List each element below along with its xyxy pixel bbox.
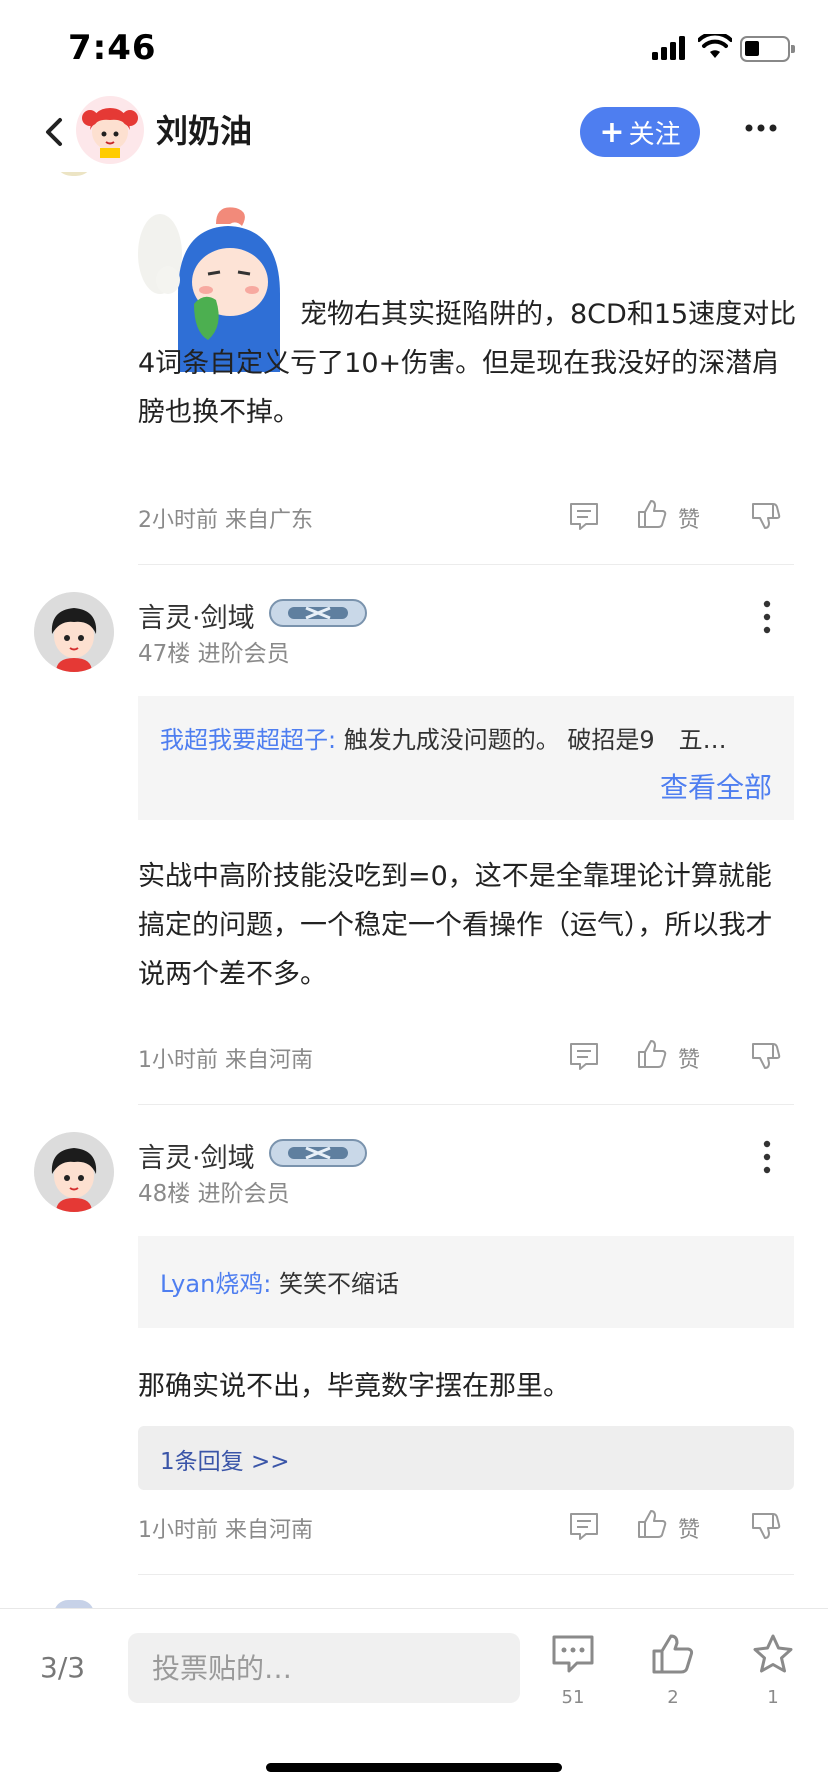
floor-meta: 1小时前 来自河南: [138, 1048, 313, 1073]
level-badge-icon: [269, 599, 367, 627]
post-text: 宠物右其实挺陷阱的，8CD和15速度对比4词条自定义亏了10+伤害。但是现在我没…: [138, 299, 797, 428]
divider: [138, 1574, 794, 1575]
floor-meta-row: 1小时前 来自河南 赞: [138, 1036, 794, 1076]
thumbs-up-icon[interactable]: [636, 1038, 668, 1070]
comment-icon[interactable]: [568, 1040, 600, 1072]
post-meta: 2小时前 来自广东: [138, 508, 313, 533]
floor-username[interactable]: 言灵·剑域: [138, 1136, 255, 1175]
cellular-signal-icon: [652, 36, 685, 60]
star-count: 1: [767, 1687, 779, 1708]
status-time: 7:46: [68, 28, 157, 68]
quote-line: Lyan烧鸡: 笑笑不缩话: [160, 1264, 399, 1299]
comment-input[interactable]: [128, 1633, 520, 1703]
post-body-text: 宠物右其实挺陷阱的，8CD和15速度对比4词条自定义亏了10+伤害。但是现在我没…: [138, 290, 798, 437]
divider: [138, 1104, 794, 1105]
follow-label: 关注: [628, 119, 681, 150]
floor-text: 实战中高阶技能没吃到=0，这不是全靠理论计算就能搞定的问题，一个稳定一个看操作（…: [138, 861, 773, 990]
divider: [138, 564, 794, 565]
floor-meta: 1小时前 来自河南: [138, 1518, 313, 1543]
boy-avatar-icon: [34, 1132, 114, 1212]
thumbs-up-icon[interactable]: [636, 498, 668, 530]
home-indicator[interactable]: [266, 1763, 562, 1772]
floor-text: 那确实说不出，毕竟数字摆在那里。: [138, 1371, 570, 1402]
next-avatar-fragment: [54, 1600, 94, 1608]
battery-icon: [740, 36, 795, 62]
author-name[interactable]: 刘奶油: [156, 106, 252, 152]
thumbs-down-icon[interactable]: [750, 500, 782, 532]
back-arrow-icon[interactable]: [40, 112, 70, 152]
reply-count[interactable]: 1条回复 >>: [160, 1442, 290, 1476]
quote-text: 笑笑不缩话: [279, 1270, 400, 1298]
quote-text: 触发九成没问题的。 破招是9 五…: [343, 726, 727, 754]
thumbs-down-icon[interactable]: [750, 1510, 782, 1542]
wifi-icon: [698, 34, 732, 58]
floor-avatar[interactable]: [34, 592, 114, 672]
boy-avatar-icon: [34, 592, 114, 672]
bottom-toolbar: 3/3 51 2 1: [0, 1608, 828, 1792]
level-badge-icon: [269, 1139, 367, 1167]
author-avatar[interactable]: [76, 96, 144, 164]
floor-meta-row: 1小时前 来自河南 赞: [138, 1506, 794, 1546]
quoted-comment[interactable]: Lyan烧鸡: 笑笑不缩话: [138, 1236, 794, 1328]
floor-number: 47楼 进阶会员: [138, 641, 290, 667]
quote-username[interactable]: 我超我要超超子:: [160, 726, 336, 754]
view-all-link[interactable]: 查看全部: [660, 766, 772, 806]
thumbs-up-icon[interactable]: [651, 1633, 695, 1675]
floor-number: 48楼 进阶会员: [138, 1181, 290, 1207]
previous-avatar-fragment: [54, 172, 94, 176]
comments-icon[interactable]: [551, 1633, 595, 1675]
like-label[interactable]: 赞: [678, 1512, 700, 1544]
status-bar: 7:46: [0, 0, 828, 100]
more-options-icon[interactable]: [744, 122, 778, 134]
floor-username[interactable]: 言灵·剑域: [138, 596, 255, 635]
thumbs-down-icon[interactable]: [750, 1040, 782, 1072]
comment-icon[interactable]: [568, 500, 600, 532]
comment-icon[interactable]: [568, 1510, 600, 1542]
page-indicator[interactable]: 3/3: [40, 1651, 85, 1684]
floor-avatar[interactable]: [34, 1132, 114, 1212]
quote-username[interactable]: Lyan烧鸡:: [160, 1270, 271, 1298]
like-label[interactable]: 赞: [678, 502, 700, 534]
post-header: 刘奶油 + 关注: [0, 92, 828, 172]
kebab-menu-icon[interactable]: [762, 600, 772, 634]
thumbs-up-icon[interactable]: [636, 1508, 668, 1540]
star-icon[interactable]: [751, 1633, 795, 1675]
quote-line: 我超我要超超子: 触发九成没问题的。 破招是9 五…: [160, 720, 727, 755]
follow-button[interactable]: + 关注: [580, 107, 700, 157]
comment-feed: 宠物右其实挺陷阱的，8CD和15速度对比4词条自定义亏了10+伤害。但是现在我没…: [0, 172, 828, 1608]
kebab-menu-icon[interactable]: [762, 1140, 772, 1174]
plus-icon: +: [599, 114, 625, 150]
girl-avatar-icon: [82, 108, 138, 158]
post-meta-row: 2小时前 来自广东 赞: [138, 496, 794, 536]
like-label[interactable]: 赞: [678, 1042, 700, 1074]
quoted-comment[interactable]: 我超我要超超子: 触发九成没问题的。 破招是9 五… 查看全部: [138, 696, 794, 820]
comment-count: 51: [561, 1687, 585, 1708]
like-count: 2: [667, 1687, 679, 1708]
replies-link[interactable]: 1条回复 >>: [138, 1426, 794, 1490]
